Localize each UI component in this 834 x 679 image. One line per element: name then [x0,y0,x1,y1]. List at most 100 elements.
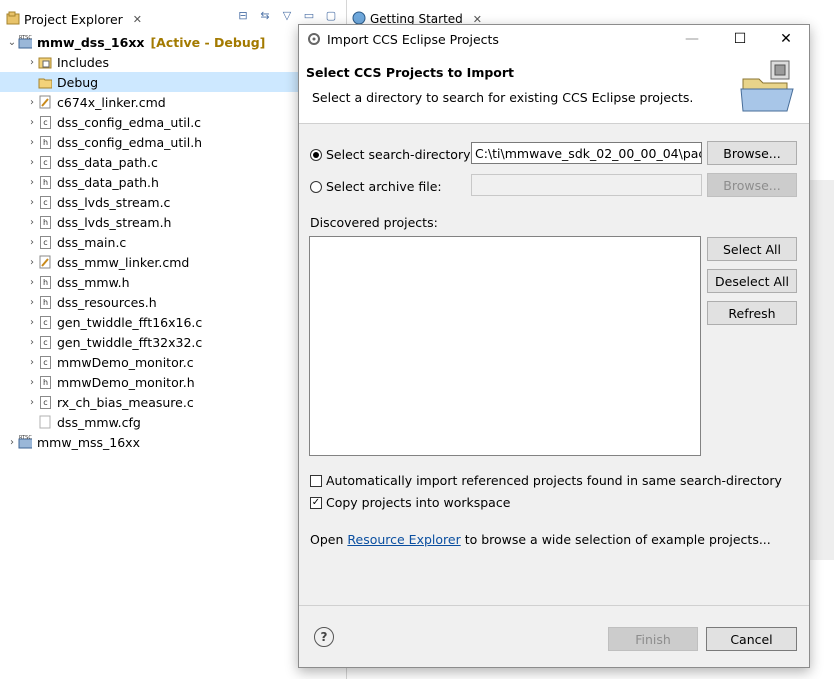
tree-item-debug[interactable]: Debug [0,72,346,92]
close-button[interactable]: ✕ [775,29,797,49]
svg-text:RTSC: RTSC [19,435,32,441]
cancel-button[interactable]: Cancel [706,627,797,651]
page-title: Select CCS Projects to Import [306,65,515,80]
tree-item-label: mmwDemo_monitor.h [57,374,195,390]
help-icon[interactable]: ? [314,627,334,647]
tree-item-label: dss_config_edma_util.h [57,134,203,150]
resource-explorer-link[interactable]: Resource Explorer [347,532,460,547]
browse-directory-button[interactable]: Browse... [707,141,797,165]
chevron-right-icon[interactable]: › [26,377,38,388]
archive-file-radio[interactable] [310,180,322,193]
dialog-header: Select CCS Projects to Import Select a d… [299,53,809,124]
tree-item-label: dss_config_edma_util.c [57,114,202,130]
tree-item-label: dss_lvds_stream.c [57,194,171,210]
select-all-button[interactable]: Select All [707,237,797,261]
finish-button[interactable]: Finish [608,627,698,651]
archive-file-option[interactable]: Select archive file: [310,179,442,194]
tree-item-file[interactable]: › h dss_resources.h [0,292,346,312]
chevron-right-icon[interactable]: › [26,57,38,68]
project-explorer-tab[interactable]: Project Explorer ✕ [0,6,148,32]
chevron-right-icon[interactable]: › [6,437,18,448]
maximize-icon[interactable]: ▢ [324,8,338,22]
folder-icon [38,75,52,89]
chevron-right-icon[interactable]: › [26,317,38,328]
tree-item-project-mss[interactable]: › RTSC mmw_mss_16xx [0,432,346,452]
tree-item-file[interactable]: › c mmwDemo_monitor.c [0,352,346,372]
close-icon[interactable]: ✕ [133,13,142,26]
tree-item-file[interactable]: › c gen_twiddle_fft16x16.c [0,312,346,332]
tree-item-file[interactable]: › h dss_mmw.h [0,272,346,292]
tree-item-file[interactable]: › c dss_data_path.c [0,152,346,172]
ccs-project-icon: RTSC [18,435,32,449]
tree-item-label: mmwDemo_monitor.c [57,354,194,370]
chevron-right-icon[interactable]: › [26,337,38,348]
page-description: Select a directory to search for existin… [312,90,694,105]
link-with-editor-icon[interactable]: ⇆ [258,8,272,22]
view-toolbar: ⊟ ⇆ ▽ ▭ ▢ [236,8,338,22]
tree-item-file[interactable]: › dss_mmw_linker.cmd [0,252,346,272]
tree-item-file[interactable]: › h dss_config_edma_util.h [0,132,346,152]
tree-item-file[interactable]: › h dss_data_path.h [0,172,346,192]
deselect-all-button[interactable]: Deselect All [707,269,797,293]
tree-item-file[interactable]: › c rx_ch_bias_measure.c [0,392,346,412]
tree-item-file[interactable]: › c dss_lvds_stream.c [0,192,346,212]
tree-item-project-dss[interactable]: ⌄ RTSC mmw_dss_16xx [Active - Debug] [0,32,346,52]
tree-item-label: dss_data_path.c [57,154,158,170]
chevron-right-icon[interactable]: › [26,297,38,308]
chevron-right-icon[interactable]: › [26,197,38,208]
minimize-button[interactable]: — [681,29,703,49]
discovered-projects-list[interactable] [309,236,701,456]
chevron-right-icon[interactable]: › [26,177,38,188]
collapse-all-icon[interactable]: ⊟ [236,8,250,22]
chevron-right-icon[interactable]: › [26,97,38,108]
tree-item-includes[interactable]: › Includes [0,52,346,72]
archive-file-label: Select archive file: [326,179,442,194]
chevron-right-icon[interactable]: › [26,237,38,248]
chevron-right-icon[interactable]: › [26,117,38,128]
archive-file-input[interactable] [471,174,702,196]
tree-item-file[interactable]: › h dss_lvds_stream.h [0,212,346,232]
discovered-projects-label: Discovered projects: [310,215,438,230]
browse-archive-button[interactable]: Browse... [707,173,797,197]
hint-prefix: Open [310,532,348,547]
chevron-right-icon[interactable]: › [26,157,38,168]
search-directory-input[interactable]: C:\ti\mmwave_sdk_02_00_00_04\packag [471,142,702,164]
dialog-titlebar: Import CCS Eclipse Projects — ☐ ✕ [299,25,809,53]
chevron-right-icon[interactable]: › [26,137,38,148]
tree-item-file[interactable]: › c674x_linker.cmd [0,92,346,112]
copy-projects-option[interactable]: ✓ Copy projects into workspace [310,495,510,510]
tree-item-file[interactable]: dss_mmw.cfg [0,412,346,432]
copy-projects-checkbox[interactable]: ✓ [310,496,322,509]
import-dialog: Import CCS Eclipse Projects — ☐ ✕ Select… [298,24,810,668]
search-directory-option[interactable]: Select search-directory: [310,147,474,162]
c-file-icon: c [40,355,51,369]
chevron-right-icon[interactable]: › [26,397,38,408]
tree-item-label: c674x_linker.cmd [57,94,166,110]
auto-import-checkbox[interactable] [310,474,322,487]
chevron-right-icon[interactable]: › [26,257,38,268]
hint-suffix: to browse a wide selection of example pr… [460,532,771,547]
maximize-button[interactable]: ☐ [729,29,751,49]
tree-item-file[interactable]: › c gen_twiddle_fft32x32.c [0,332,346,352]
chevron-right-icon[interactable]: › [26,357,38,368]
tree-item-file[interactable]: › c dss_main.c [0,232,346,252]
dialog-title: Import CCS Eclipse Projects [327,31,499,47]
tree-item-label: dss_lvds_stream.h [57,214,172,230]
tree-item-file[interactable]: › h mmwDemo_monitor.h [0,372,346,392]
tree-item-file[interactable]: › c dss_config_edma_util.c [0,112,346,132]
c-file-icon: c [40,155,51,169]
minimize-icon[interactable]: ▭ [302,8,316,22]
search-directory-radio[interactable] [310,148,322,161]
active-build-decoration: [Active - Debug] [150,34,266,50]
chevron-right-icon[interactable]: › [26,277,38,288]
cmd-file-icon [38,255,52,269]
chevron-right-icon[interactable]: › [26,217,38,228]
auto-import-option[interactable]: Automatically import referenced projects… [310,473,782,488]
refresh-button[interactable]: Refresh [707,301,797,325]
tree-item-label: Includes [57,54,110,70]
tree-item-label: Debug [57,74,99,90]
project-explorer-title: Project Explorer [24,11,123,27]
view-menu-icon[interactable]: ▽ [280,8,294,22]
chevron-down-icon[interactable]: ⌄ [6,37,18,48]
h-file-icon: h [40,375,51,389]
